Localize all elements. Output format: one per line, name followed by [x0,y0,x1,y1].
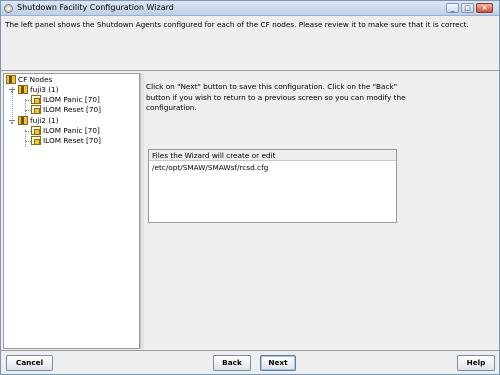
tree-agent-label: ILOM Reset [70] [43,136,101,145]
agent-icon [31,95,41,104]
tree-guide-line [25,99,26,116]
header-panel: The left panel shows the Shutdown Agents… [1,16,499,71]
tree-root-label: CF Nodes [18,75,53,84]
expander-icon[interactable] [9,118,15,124]
files-list[interactable]: Files the Wizard will create or edit /et… [148,149,397,223]
folder-icon [18,116,28,125]
tree-agent-label: ILOM Panic [70] [43,95,100,104]
wizard-window: Shutdown Facility Configuration Wizard _… [0,0,500,375]
tree-agent-fuji2-ilom-panic[interactable]: ILOM Panic [70] [31,126,100,136]
window-title: Shutdown Facility Configuration Wizard [17,3,174,12]
tree-agent-fuji2-ilom-reset[interactable]: ILOM Reset [70] [31,136,101,146]
close-button[interactable]: × [476,3,493,13]
tree-guide-line [25,130,26,147]
details-panel: Click on "Next" button to save this conf… [144,73,499,349]
info-line: Click on "Next" button to save this conf… [146,82,398,91]
info-line: configuration. [146,103,197,112]
tree-node-label: fuji3 (1) [30,85,59,94]
tree-agent-fuji3-ilom-reset[interactable]: ILOM Reset [70] [31,105,101,115]
folder-icon [18,85,28,94]
files-list-row[interactable]: /etc/opt/SMAW/SMAWsf/rcsd.cfg [152,163,268,172]
maximize-button[interactable]: □ [461,3,474,13]
button-bar: Cancel Back Next Help [1,350,499,374]
tree-agent-fuji3-ilom-panic[interactable]: ILOM Panic [70] [31,95,100,105]
agent-icon [31,105,41,114]
agent-icon [31,136,41,145]
info-line: button if you wish to return to a previo… [146,92,406,102]
tree-node-fuji2[interactable]: fuji2 (1) [18,116,59,126]
tree-agent-label: ILOM Panic [70] [43,126,100,135]
tree-agent-label: ILOM Reset [70] [43,105,101,114]
header-description: The left panel shows the Shutdown Agents… [5,20,469,29]
info-text: Click on "Next" button to save this conf… [146,82,406,114]
cancel-button[interactable]: Cancel [6,355,53,371]
expander-icon[interactable] [9,87,15,93]
tree-root-cf-nodes[interactable]: CF Nodes [6,75,52,85]
folder-icon [6,75,16,84]
files-list-header: Files the Wizard will create or edit [149,150,396,161]
minimize-button[interactable]: _ [446,3,459,13]
help-button[interactable]: Help [457,355,495,371]
tree-node-label: fuji2 (1) [30,116,59,125]
back-button[interactable]: Back [213,355,251,371]
agent-icon [31,126,41,135]
tree-node-fuji3[interactable]: fuji3 (1) [18,85,59,95]
next-button[interactable]: Next [260,355,296,371]
tree-panel[interactable]: CF Nodes fuji3 (1) ILOM Panic [70] ILOM … [3,73,140,349]
title-bar: Shutdown Facility Configuration Wizard _… [1,1,499,16]
app-icon [4,4,13,13]
